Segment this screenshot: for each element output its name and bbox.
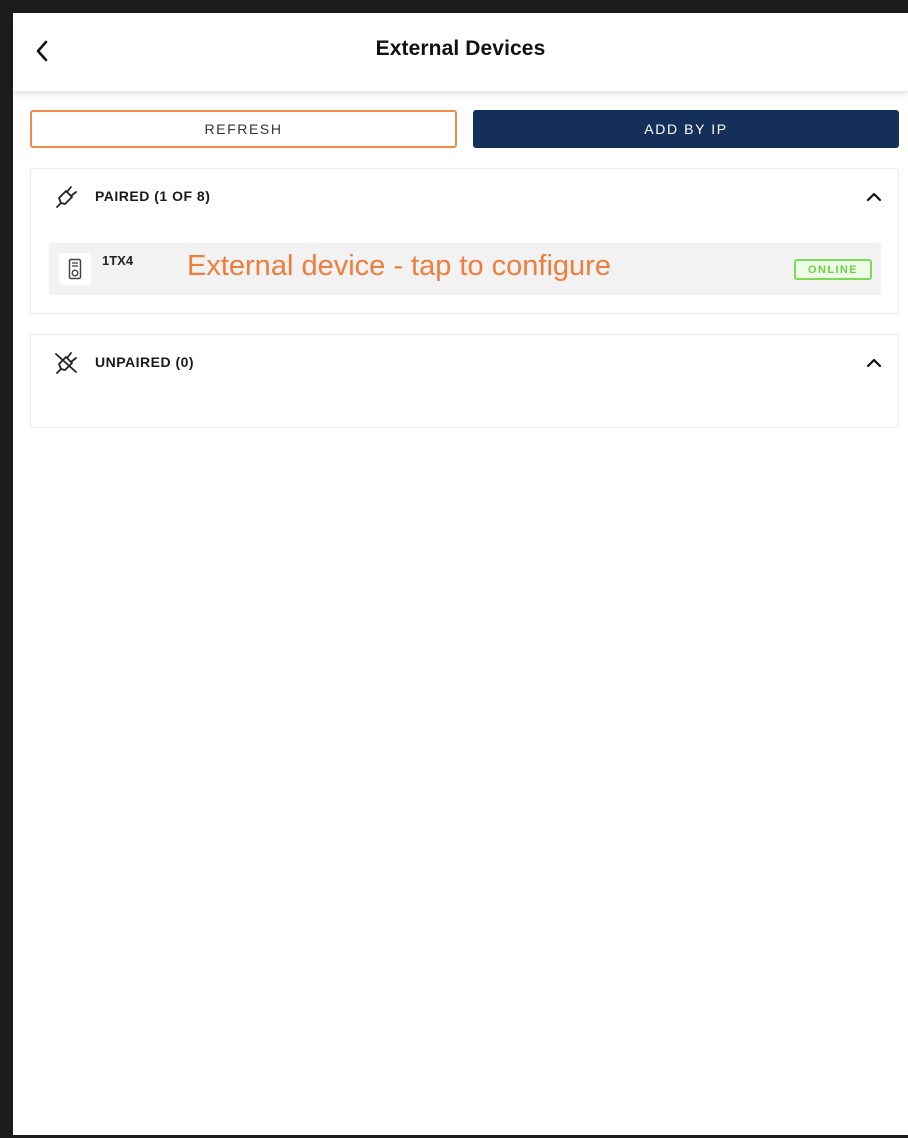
device-row-1tx4[interactable]: 1TX4 External device - tap to configure … xyxy=(49,243,881,295)
status-badge: ONLINE xyxy=(794,259,872,280)
window-border-left xyxy=(0,0,13,1138)
device-speaker-icon xyxy=(59,253,91,285)
unpaired-section-header[interactable]: UNPAIRED (0) xyxy=(31,335,898,391)
plug-icon xyxy=(53,184,79,210)
unpaired-section-label: UNPAIRED (0) xyxy=(95,354,195,370)
add-by-ip-button[interactable]: ADD BY IP xyxy=(473,110,899,148)
page-title: External Devices xyxy=(375,37,546,60)
device-name: 1TX4 xyxy=(102,253,134,268)
device-annotation: External device - tap to configure xyxy=(187,250,611,282)
window-border-top xyxy=(0,0,908,13)
paired-section-header[interactable]: PAIRED (1 OF 8) xyxy=(31,169,898,225)
unpaired-section: UNPAIRED (0) xyxy=(30,334,899,428)
chevron-up-icon[interactable] xyxy=(864,353,884,373)
chevron-up-icon[interactable] xyxy=(864,187,884,207)
top-app-bar: External Devices xyxy=(13,13,908,91)
plug-off-icon xyxy=(53,350,79,376)
paired-section-label: PAIRED (1 OF 8) xyxy=(95,188,211,204)
app-screen: External Devices REFRESH ADD BY IP PAIRE… xyxy=(0,0,908,1138)
paired-section: PAIRED (1 OF 8) 1TX4 External device - t… xyxy=(30,168,899,314)
refresh-button[interactable]: REFRESH xyxy=(30,110,457,148)
